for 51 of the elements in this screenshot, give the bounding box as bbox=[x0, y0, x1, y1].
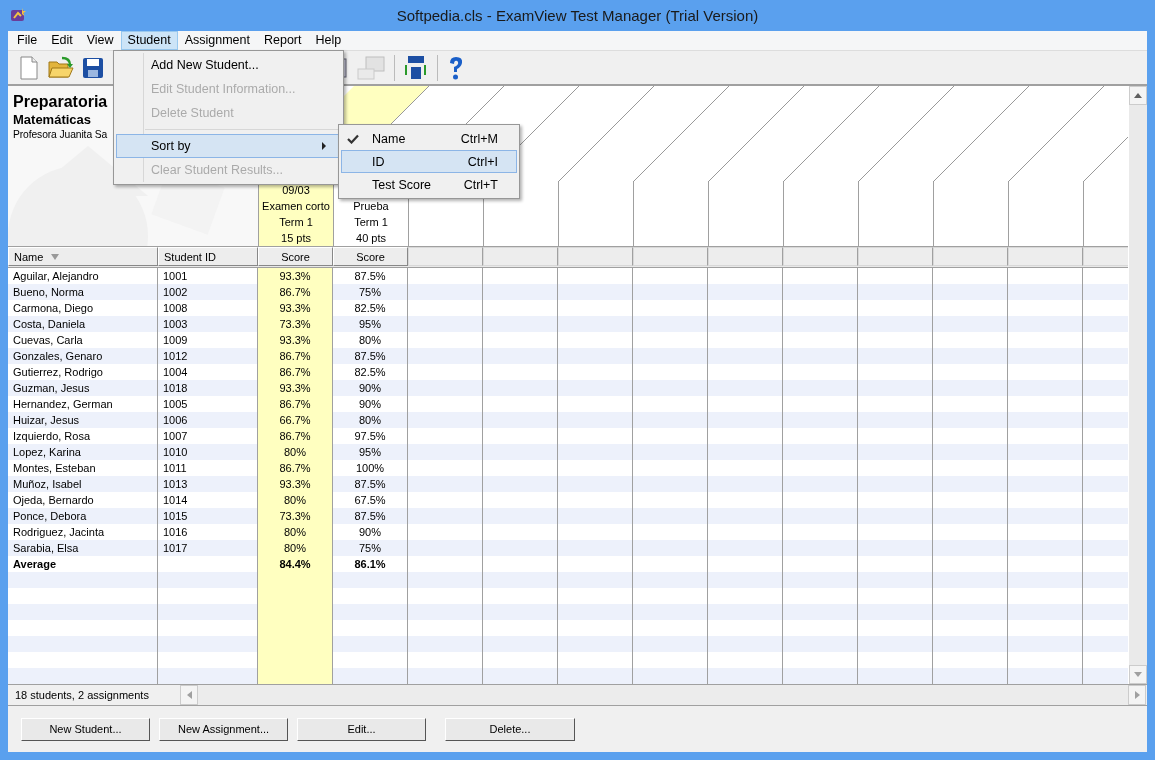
table-cell: 86.7% bbox=[258, 396, 333, 412]
menu-item[interactable]: Add New Student... bbox=[116, 53, 341, 77]
action-button[interactable]: New Assignment... bbox=[159, 717, 288, 741]
school-name: Preparatoria bbox=[13, 93, 108, 111]
menu-item[interactable]: Name Ctrl+M bbox=[341, 127, 517, 150]
assignment-header[interactable]: 09/03 Examen corto Term 1 15 pts bbox=[258, 182, 333, 246]
table-cell: 73.3% bbox=[258, 316, 333, 332]
table-cell: 80% bbox=[258, 492, 333, 508]
table-cell: 86.7% bbox=[258, 460, 333, 476]
subject-name: Matemáticas bbox=[13, 112, 92, 127]
assignment-date: 09/03 bbox=[282, 183, 310, 198]
table-cell: 86.7% bbox=[258, 428, 333, 444]
menu-item[interactable]: Report bbox=[257, 31, 309, 50]
assignment-term: Term 1 bbox=[354, 215, 388, 230]
menu-item[interactable]: Edit bbox=[44, 31, 80, 50]
table-cell: 93.3% bbox=[258, 300, 333, 316]
assignment-name: Examen corto bbox=[262, 199, 330, 214]
menu-item[interactable]: Sort by bbox=[116, 134, 341, 158]
table-cell: 80% bbox=[258, 540, 333, 556]
table-cell: 84.4% bbox=[258, 556, 333, 572]
table-cell: 93.3% bbox=[258, 268, 333, 284]
table-cell: 93.3% bbox=[258, 476, 333, 492]
assignment-term: Term 1 bbox=[279, 215, 313, 230]
column-header[interactable]: Score bbox=[333, 247, 408, 266]
table-cell: 93.3% bbox=[258, 332, 333, 348]
menu-item[interactable]: Help bbox=[308, 31, 349, 50]
teacher-name: Profesora Juanita Sa bbox=[13, 129, 108, 140]
menu-item[interactable]: Student bbox=[120, 31, 178, 50]
action-button[interactable]: Edit... bbox=[297, 717, 426, 741]
column-header[interactable]: Student ID bbox=[158, 247, 258, 266]
column-header[interactable]: Name bbox=[8, 247, 158, 266]
table-cell: 66.7% bbox=[258, 412, 333, 428]
menu-item[interactable]: File bbox=[10, 31, 45, 50]
action-button[interactable]: Delete... bbox=[445, 717, 575, 741]
menu-item[interactable]: View bbox=[79, 31, 121, 50]
assignment-points: 15 pts bbox=[281, 231, 311, 246]
table-cell: 86.7% bbox=[258, 348, 333, 364]
window-title: Softpedia.cls - ExamView Test Manager (Trial Version) bbox=[396, 7, 759, 24]
table-cell: 86.7% bbox=[258, 364, 333, 380]
menu-item[interactable]: Assignment bbox=[177, 31, 257, 50]
action-button[interactable]: New Student... bbox=[21, 717, 150, 741]
assignment-points: 40 pts bbox=[356, 231, 386, 246]
table-cell: 80% bbox=[258, 524, 333, 540]
table-cell: 73.3% bbox=[258, 508, 333, 524]
status-text: 18 students, 2 assignments bbox=[14, 688, 150, 703]
column-header[interactable]: Score bbox=[258, 247, 333, 266]
table-cell: 80% bbox=[258, 444, 333, 460]
assignment-name: Prueba bbox=[353, 199, 389, 214]
table-cell: 86.7% bbox=[258, 284, 333, 300]
table-cell: 93.3% bbox=[258, 380, 333, 396]
menu-item[interactable]: ID Ctrl+I bbox=[341, 150, 517, 173]
